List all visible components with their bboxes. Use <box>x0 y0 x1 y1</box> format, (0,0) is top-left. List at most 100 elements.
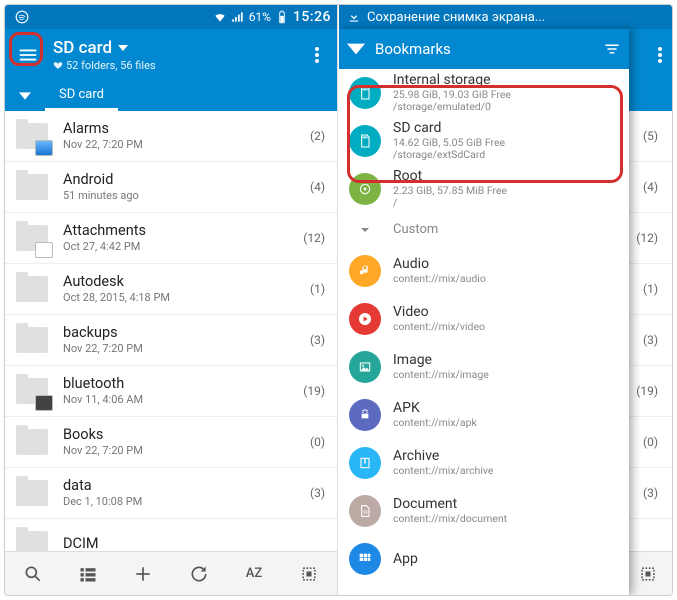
refresh-button[interactable] <box>171 552 226 595</box>
toolbar-subtitle: 52 folders, 56 files <box>66 59 156 72</box>
refresh-icon <box>189 564 209 584</box>
file-date: Nov 22, 7:20 PM <box>63 342 304 356</box>
sd-icon <box>349 77 381 109</box>
drawer-item-sub: content://mix/image <box>393 369 489 382</box>
video-icon <box>349 303 381 335</box>
drawer-item-name: Video <box>393 304 485 321</box>
heart-icon <box>53 60 63 70</box>
select-icon <box>299 564 319 584</box>
file-date: Nov 22, 7:20 PM <box>63 138 304 152</box>
status-text: Сохранение снимка экрана... <box>367 10 545 25</box>
tab-label: SD card <box>59 87 104 102</box>
sort-label: AZ <box>246 566 262 581</box>
drawer-item-sub: content://mix/document <box>393 513 507 526</box>
drawer-item[interactable]: Documentcontent://mix/document <box>339 487 629 535</box>
right-phone: Сохранение снимка экрана... (5)(4)(12)(1… <box>339 5 672 595</box>
file-row[interactable]: bluetoothNov 11, 4:06 AM(19) <box>5 366 337 417</box>
select-icon[interactable] <box>638 564 658 584</box>
drawer-item-name: Document <box>393 496 507 513</box>
folder-icon <box>15 170 49 204</box>
file-row[interactable]: backupsNov 22, 7:20 PM (3) <box>5 315 337 366</box>
list-icon <box>78 564 98 584</box>
drawer-item-name: Image <box>393 352 489 369</box>
plus-icon <box>133 564 153 584</box>
drawer-item[interactable]: SD card14.62 GiB, 5.05 GiB Free/storage/… <box>339 117 629 165</box>
file-date: Nov 22, 7:20 PM <box>63 444 304 458</box>
file-name: DCIM <box>63 535 319 551</box>
file-date: Nov 11, 4:06 AM <box>63 393 297 407</box>
add-button[interactable] <box>116 552 171 595</box>
drawer-item[interactable]: App <box>339 535 629 583</box>
file-count: (4) <box>310 180 325 194</box>
root-icon <box>349 173 381 205</box>
drawer-item[interactable]: Internal storage25.98 GiB, 19.03 GiB Fre… <box>339 69 629 117</box>
folder-icon <box>15 374 49 408</box>
file-name: Books <box>63 426 304 444</box>
archive-icon <box>349 447 381 479</box>
drawer-item-path: /storage/emulated/0 <box>393 101 511 114</box>
tab-sdcard[interactable]: SD card <box>45 81 118 111</box>
file-name: data <box>63 477 304 495</box>
search-button[interactable] <box>5 552 60 595</box>
bottom-toolbar: AZ <box>5 551 337 595</box>
file-name: backups <box>63 324 304 342</box>
dropdown-icon <box>118 43 128 53</box>
drawer-item-name: Audio <box>393 256 486 273</box>
select-button[interactable] <box>282 552 337 595</box>
drawer-item-path: /storage/extSdCard <box>393 149 505 162</box>
menu-button[interactable] <box>13 40 43 70</box>
file-count: (0) <box>310 435 325 449</box>
file-row[interactable]: AlarmsNov 22, 7:20 PM(2) <box>5 111 337 162</box>
sort-button[interactable]: AZ <box>226 552 281 595</box>
drawer-item[interactable]: Archivecontent://mix/archive <box>339 439 629 487</box>
file-name: Android <box>63 171 304 189</box>
status-bar-right: Сохранение снимка экрана... <box>339 5 672 29</box>
view-button[interactable] <box>60 552 115 595</box>
doc-icon <box>349 495 381 527</box>
drawer-item-sub: 2.23 GiB, 57.85 MiB Free <box>393 185 507 198</box>
drawer-item-path: / <box>393 197 507 210</box>
drawer-item[interactable]: Root2.23 GiB, 57.85 MiB Free/ <box>339 165 629 213</box>
folder-icon <box>15 476 49 510</box>
file-name: Autodesk <box>63 273 304 291</box>
more-icon[interactable] <box>658 47 662 63</box>
apk-icon <box>349 399 381 431</box>
sd-icon <box>349 125 381 157</box>
folder-icon <box>15 119 49 153</box>
file-list[interactable]: AlarmsNov 22, 7:20 PM(2)Android51 minute… <box>5 111 337 551</box>
filter-icon[interactable] <box>603 40 621 58</box>
file-count: (2) <box>310 129 325 143</box>
bookmarks-drawer: Bookmarks Internal storage25.98 GiB, 19.… <box>339 29 629 595</box>
file-row[interactable]: BooksNov 22, 7:20 PM (0) <box>5 417 337 468</box>
file-date: 51 minutes ago <box>63 189 304 203</box>
drawer-item-sub: content://mix/audio <box>393 273 486 286</box>
file-row[interactable]: dataDec 1, 10:08 PM(3) <box>5 468 337 519</box>
drawer-title: Bookmarks <box>375 40 451 58</box>
tabs-dropdown[interactable] <box>5 90 45 102</box>
drawer-item[interactable]: Imagecontent://mix/image <box>339 343 629 391</box>
tab-bar: SD card <box>5 81 337 111</box>
file-count: (3) <box>310 333 325 347</box>
overflow-button[interactable] <box>305 47 329 63</box>
search-icon <box>23 564 43 584</box>
chevron-down-icon[interactable] <box>347 40 365 58</box>
file-row[interactable]: AttachmentsOct 27, 4:42 PM(12) <box>5 213 337 264</box>
title-block[interactable]: SD card 52 folders, 56 files <box>53 38 305 72</box>
drawer-list: Internal storage25.98 GiB, 19.03 GiB Fre… <box>339 69 629 583</box>
drawer-item[interactable]: APKcontent://mix/apk <box>339 391 629 439</box>
file-row[interactable]: AutodeskOct 28, 2015, 4:18 PM(1) <box>5 264 337 315</box>
clock: 15:26 <box>293 9 331 25</box>
file-row[interactable]: Android51 minutes ago (4) <box>5 162 337 213</box>
file-name: Attachments <box>63 222 297 240</box>
drawer-item-sub: content://mix/archive <box>393 465 493 478</box>
drawer-item[interactable]: Audiocontent://mix/audio <box>339 247 629 295</box>
file-row[interactable]: DCIM <box>5 519 337 551</box>
spotify-icon <box>15 10 29 24</box>
folder-icon <box>15 221 49 255</box>
drawer-item-name: Root <box>393 168 507 185</box>
folder-icon <box>15 272 49 306</box>
hamburger-icon <box>17 44 39 66</box>
drawer-item-name: App <box>393 551 418 568</box>
file-count: (12) <box>303 231 325 245</box>
drawer-item[interactable]: Videocontent://mix/video <box>339 295 629 343</box>
